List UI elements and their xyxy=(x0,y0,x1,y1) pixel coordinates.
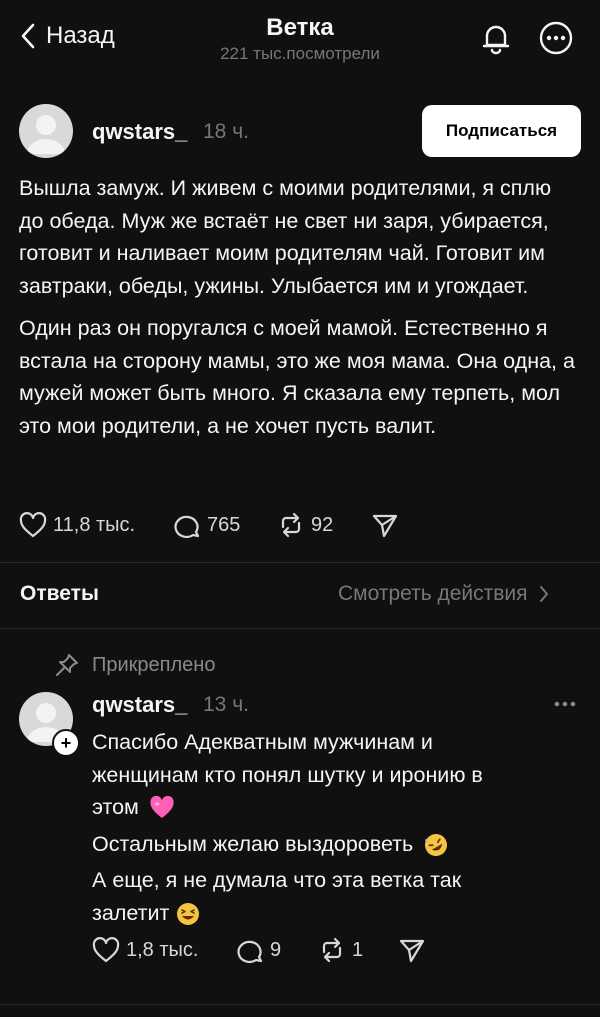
follow-plus-icon[interactable]: + xyxy=(52,729,80,757)
replies-title: Ответы xyxy=(20,582,99,605)
reply-line: А еще, я не думала что эта ветка так xyxy=(92,868,462,892)
heart-emoji-icon xyxy=(149,796,175,820)
repost-icon xyxy=(277,511,305,539)
more-options-button[interactable] xyxy=(538,20,574,56)
laughing-emoji-icon xyxy=(175,901,201,927)
post-actions: 11,8 тыс. 765 92 xyxy=(19,511,399,539)
reply-body: Спасибо Адекватным мужчинам и женщинам к… xyxy=(92,726,582,929)
repost-icon xyxy=(318,936,346,964)
reply-author[interactable]: qwstars_ xyxy=(92,692,187,718)
reply-time: 13 ч. xyxy=(203,693,249,716)
reply-comment-button[interactable]: 9 xyxy=(236,936,318,964)
like-count: 11,8 тыс. xyxy=(53,513,136,536)
post-paragraph: Один раз он поругался с моей мамой. Есте… xyxy=(19,316,575,438)
reply-like-count: 1,8 тыс. xyxy=(126,938,199,961)
reply-like-button[interactable]: 1,8 тыс. xyxy=(92,937,236,963)
heart-icon xyxy=(19,512,47,538)
bell-icon xyxy=(478,20,514,56)
comment-icon xyxy=(173,511,201,539)
reply-comment-count: 9 xyxy=(270,938,282,961)
comment-icon xyxy=(236,936,264,964)
post-author[interactable]: qwstars_ xyxy=(92,119,187,145)
more-icon xyxy=(538,20,574,56)
reply-repost-count: 1 xyxy=(352,938,364,961)
divider xyxy=(0,628,600,629)
divider xyxy=(0,1004,600,1005)
repost-count: 92 xyxy=(311,513,334,536)
reply-line-text: Остальным желаю выздороветь xyxy=(92,831,414,856)
heart-icon xyxy=(92,937,120,963)
reply-share-button[interactable] xyxy=(398,936,426,964)
reply-line-with-emoji: залетит xyxy=(92,897,582,930)
share-icon xyxy=(398,936,426,964)
chevron-right-icon xyxy=(538,584,550,604)
reply-line-text: этом xyxy=(92,795,139,819)
pinned-label: Прикреплено xyxy=(92,653,216,676)
share-button[interactable] xyxy=(371,511,399,539)
post-time: 18 ч. xyxy=(203,120,249,143)
reply-line: Спасибо Адекватным мужчинам и xyxy=(92,730,433,754)
divider xyxy=(0,562,600,563)
reply-line: женщинам кто понял шутку и иронию в xyxy=(92,762,483,787)
like-button[interactable]: 11,8 тыс. xyxy=(19,512,173,538)
comment-count: 765 xyxy=(207,513,241,536)
repost-button[interactable]: 92 xyxy=(277,511,371,539)
pinned-indicator: Прикреплено xyxy=(54,652,215,678)
rofl-emoji-icon xyxy=(423,832,449,858)
post-paragraph: Вышла замуж. И живем с моими родителями,… xyxy=(19,176,552,298)
pin-icon xyxy=(54,652,80,678)
subscribe-button[interactable]: Подписаться xyxy=(422,105,581,157)
see-actions-link[interactable]: Смотреть действия xyxy=(338,582,550,606)
reply-actions: 1,8 тыс. 9 1 xyxy=(92,936,426,964)
reply-repost-button[interactable]: 1 xyxy=(318,936,398,964)
share-icon xyxy=(371,511,399,539)
post-body: Вышла замуж. И живем с моими родителями,… xyxy=(19,172,581,452)
reply-line-with-emoji: Остальным желаю выздороветь xyxy=(92,828,582,861)
reply-options-button[interactable] xyxy=(552,692,578,716)
reply-line-with-emoji: этом xyxy=(92,791,582,824)
see-actions-label: Смотреть действия xyxy=(338,582,528,605)
comment-button[interactable]: 765 xyxy=(173,511,277,539)
ellipsis-icon xyxy=(552,692,578,716)
reply-line-text: залетит xyxy=(92,900,170,925)
notifications-button[interactable] xyxy=(478,20,514,56)
avatar[interactable] xyxy=(19,104,73,158)
